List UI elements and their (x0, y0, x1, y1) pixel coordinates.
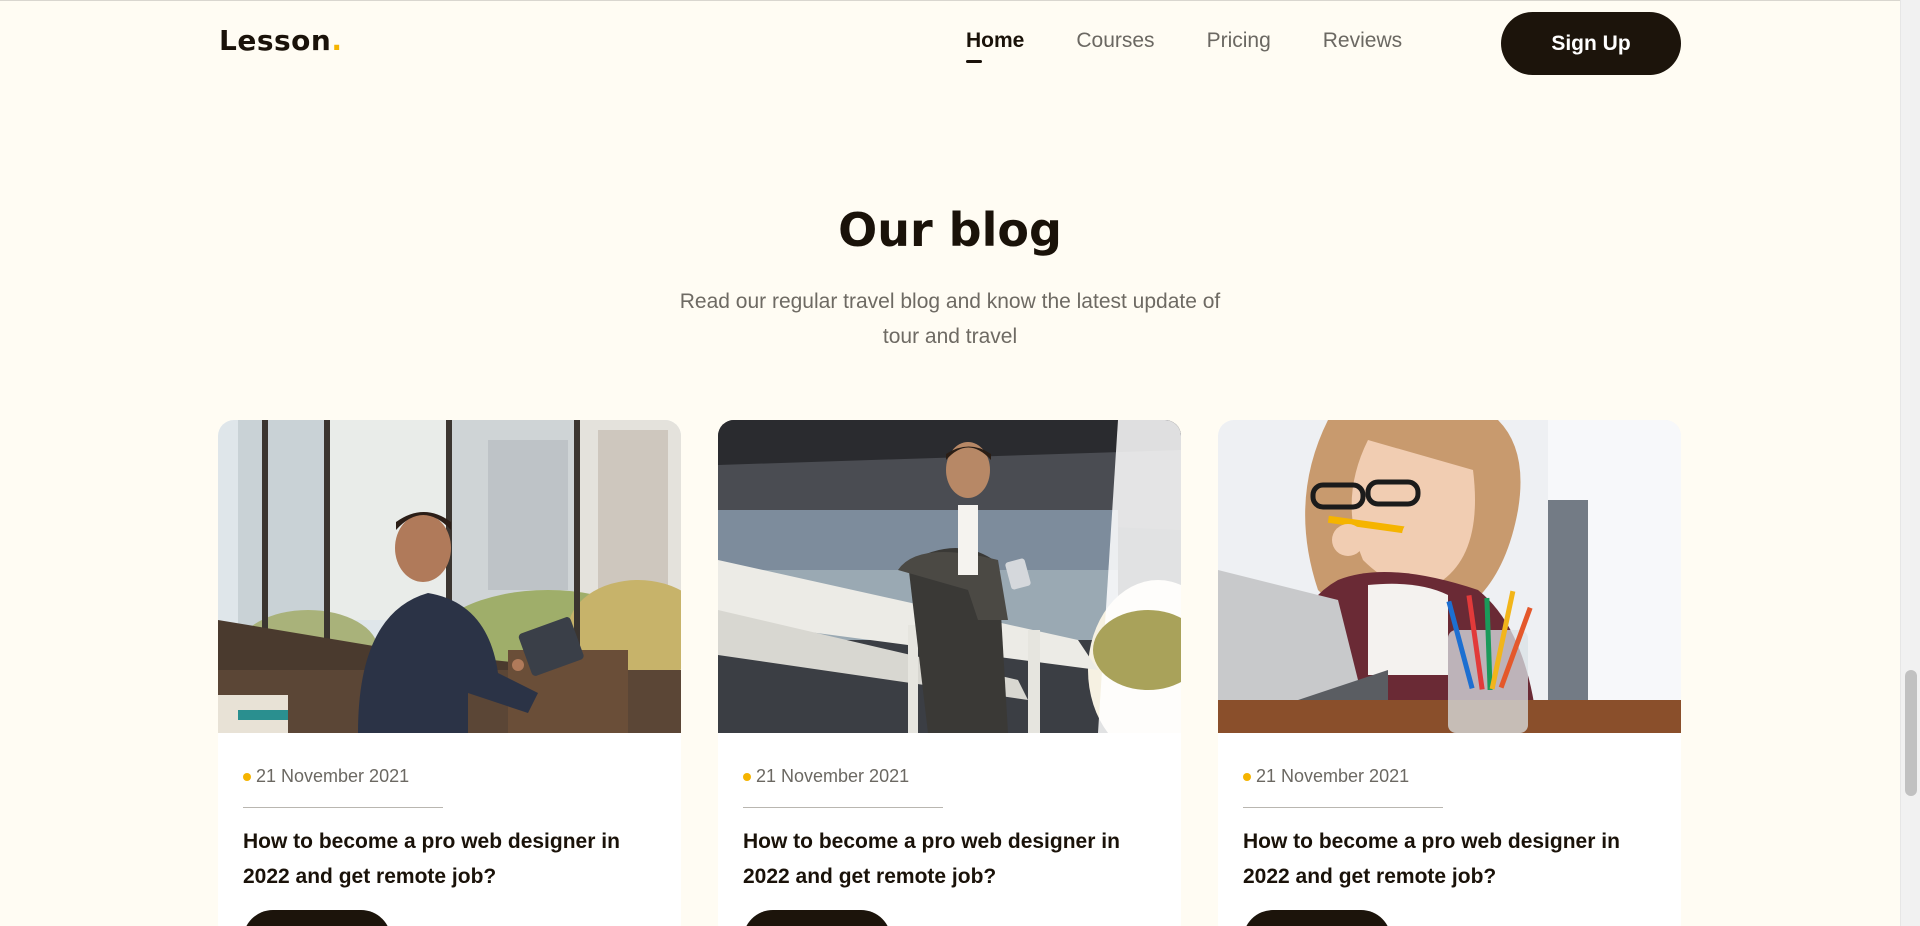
nav-pricing[interactable]: Pricing (1207, 29, 1271, 53)
blog-card[interactable]: 21 November 2021 How to become a pro web… (718, 420, 1181, 926)
nav-home[interactable]: Home (966, 29, 1024, 63)
blog-card-image[interactable] (718, 420, 1181, 733)
office-photo (218, 420, 681, 733)
blog-card[interactable]: 21 November 2021 How to become a pro web… (218, 420, 681, 926)
blog-card-image[interactable] (1218, 420, 1681, 733)
nav-courses[interactable]: Courses (1076, 29, 1154, 53)
post-date-text: 21 November 2021 (256, 766, 410, 786)
sign-up-button[interactable]: Sign Up (1501, 12, 1681, 75)
read-more-button[interactable] (243, 910, 391, 926)
student-photo (1218, 420, 1681, 733)
main-nav: Home Courses Pricing Reviews (966, 29, 1402, 63)
scrollbar-thumb[interactable] (1905, 670, 1917, 796)
logo-text: Lesson (219, 24, 332, 57)
balcony-photo (718, 420, 1181, 733)
date-dot-icon (243, 772, 251, 781)
logo[interactable]: Lesson. (219, 24, 342, 57)
post-date: 21 November 2021 (243, 766, 409, 787)
post-title[interactable]: How to become a pro web designer in 2022… (743, 824, 1153, 894)
read-more-button[interactable] (743, 910, 891, 926)
card-divider (743, 807, 943, 808)
read-more-button[interactable] (1243, 910, 1391, 926)
site-header: Lesson. Home Courses Pricing Reviews Sig… (0, 0, 1900, 86)
section-title: Our blog (838, 203, 1062, 257)
date-dot-icon (1243, 772, 1251, 781)
post-date: 21 November 2021 (743, 766, 909, 787)
nav-reviews[interactable]: Reviews (1323, 29, 1402, 53)
blog-card[interactable]: 21 November 2021 How to become a pro web… (1218, 420, 1681, 926)
card-divider (1243, 807, 1443, 808)
logo-dot: . (331, 24, 343, 57)
date-dot-icon (743, 772, 751, 781)
post-title[interactable]: How to become a pro web designer in 2022… (1243, 824, 1653, 894)
post-title[interactable]: How to become a pro web designer in 2022… (243, 824, 653, 894)
blog-card-image[interactable] (218, 420, 681, 733)
card-divider (243, 807, 443, 808)
post-date-text: 21 November 2021 (756, 766, 910, 786)
post-date: 21 November 2021 (1243, 766, 1409, 787)
section-subtitle: Read our regular travel blog and know th… (679, 290, 1221, 348)
vertical-scrollbar[interactable] (1900, 0, 1920, 926)
post-date-text: 21 November 2021 (1256, 766, 1410, 786)
